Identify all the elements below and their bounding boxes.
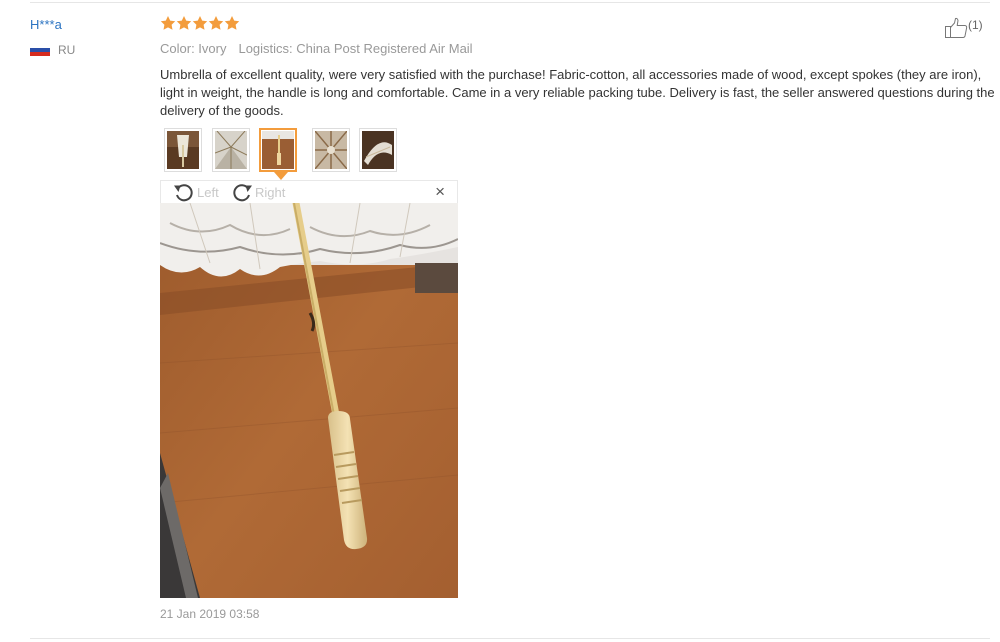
reviewer-name[interactable]: H***a — [30, 17, 62, 32]
order-meta: Color: Ivory Logistics: China Post Regist… — [160, 41, 473, 56]
reviewer-info: H***a RU — [30, 17, 75, 57]
country-code: RU — [58, 43, 76, 57]
order-logistics: Logistics: China Post Registered Air Mai… — [238, 41, 473, 56]
rotate-right-icon — [233, 184, 252, 202]
photo-thumbnail[interactable] — [164, 128, 202, 172]
review-text: Umbrella of excellent quality, were very… — [160, 67, 995, 118]
active-thumbnail-pointer — [274, 172, 288, 180]
top-divider — [30, 2, 990, 3]
photo-thumbnail[interactable] — [359, 128, 397, 172]
thumbs-up-icon — [945, 17, 968, 38]
reviewer-country: RU — [30, 43, 75, 57]
bottom-divider — [30, 638, 990, 639]
rotate-left-button[interactable]: Left — [173, 182, 219, 202]
rating-stars — [160, 15, 240, 31]
star-icon — [192, 16, 208, 30]
helpful-count: (1) — [968, 18, 983, 32]
viewer-toolbar: Left Right × — [160, 180, 458, 203]
russia-flag-icon — [30, 44, 50, 56]
star-icon — [224, 16, 240, 30]
photo-thumbnail[interactable] — [212, 128, 250, 172]
star-icon — [176, 16, 192, 30]
rotate-left-icon — [174, 184, 193, 202]
order-color: Color: Ivory — [160, 41, 227, 56]
review-photo[interactable] — [160, 203, 458, 598]
helpful-button[interactable]: (1) — [944, 17, 983, 39]
photo-viewer: Left Right × — [160, 180, 458, 598]
rotate-right-button[interactable]: Right — [231, 182, 285, 202]
review-timestamp: 21 Jan 2019 03:58 — [160, 607, 260, 621]
photo-thumbnail[interactable] — [312, 128, 350, 172]
star-icon — [208, 16, 224, 30]
photo-thumbnail-active[interactable] — [259, 128, 297, 172]
star-icon — [160, 16, 176, 30]
rotate-right-label: Right — [255, 184, 286, 200]
rotate-left-label: Left — [197, 184, 219, 200]
close-icon[interactable]: × — [435, 183, 445, 201]
